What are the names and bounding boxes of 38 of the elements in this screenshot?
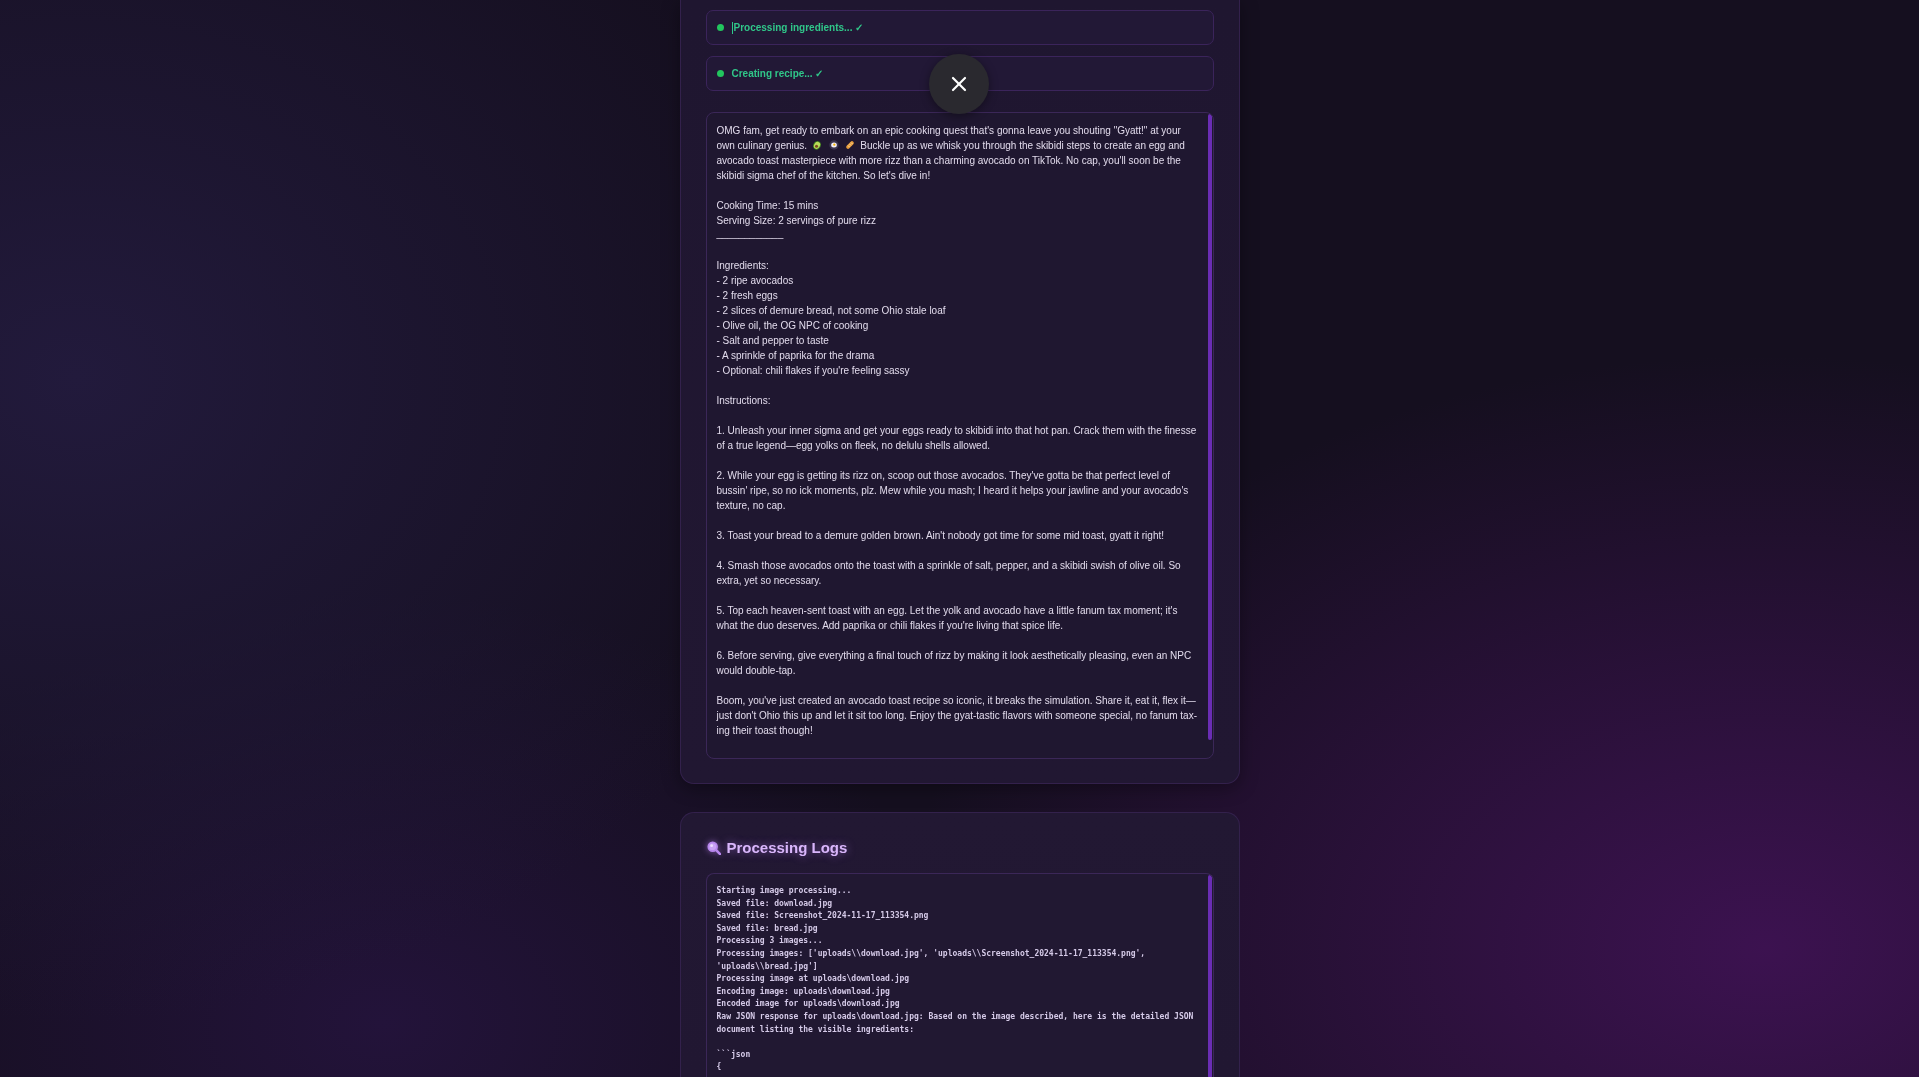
log-line: Saved file: bread.jpg	[716, 922, 819, 935]
divider-text: ____________	[716, 228, 784, 240]
log-line: Encoded image for uploads\download.jpg	[716, 998, 901, 1011]
detail-text: Serving Size: 2 servings of pure rizz	[716, 214, 876, 228]
outro-text: Boom, you've just created an avocado toast recipe so iconic, it breaks the simulation. Share it, eat it, flex it—just don't Ohio this up and let it sit too long. Enjoy the gyat-tastic flavors with someone special, no fanum tax-ing their toast though!	[716, 694, 1198, 738]
detail-text: Cooking Time: 15 mins	[716, 199, 819, 213]
log-line: Saved file: download.jpg	[716, 897, 834, 910]
status-text: Processing ingredients... ✓	[733, 22, 864, 33]
scrollbar-thumb[interactable]	[1207, 875, 1212, 1077]
step-text: 3. Toast your bread to a demure golden brown. Ain't nobody got time for some mid toast, gyatt it right!	[716, 529, 1166, 543]
ingredient-text: - 2 ripe avocados	[716, 274, 794, 288]
intro-text: OMG fam, get ready to embark on an epic cooking quest that's gonna leave you shouting "Gyatt!" at your own culinary genius. Buckle up as we whisk you through the skibidi steps to create an egg and avocado toast masterpiece with more rizz than a charming avocado on TikTok. No cap, you'll soon be the skibidi sigma chef of the kitchen. So let's dive in!	[716, 124, 1186, 183]
ingredient-text: - Olive oil, the OG NPC of cooking	[716, 319, 869, 333]
log-line: Saved file: Screenshot_2024-11-17_113354.png	[716, 910, 930, 923]
ingredient-text: - 2 slices of demure bread, not some Ohio stale loaf	[716, 304, 946, 318]
ingredient-text: - Salt and pepper to taste	[716, 334, 829, 348]
step-text: 5. Top each heaven-sent toast with an egg. Let the yolk and avocado have a little fanum tax moment; it's what the duo deserves. Add paprika or chili flakes if you're living that spice life.	[716, 604, 1179, 633]
section-heading: Instructions:	[716, 394, 771, 408]
step-text: 2. While your egg is getting its rizz on, scoop out those avocados. They've gotta be that perfect level of bussin' ripe, so no ick moments, plz. Mew while you mash; I heard it helps your jawline and your avocado's texture, no cap.	[716, 469, 1190, 513]
section-heading: Ingredients:	[716, 259, 769, 273]
ingredient-text: - 2 fresh eggs	[716, 289, 778, 303]
status-text: Creating recipe... ✓	[731, 68, 824, 79]
bread-icon	[845, 140, 856, 150]
log-line: Raw JSON response for uploads\download.jpg: Based on the image described, here is the detailed JSON document listing the visible ingredients: ```json {	[716, 1010, 1195, 1074]
scrollbar-thumb[interactable]	[1207, 114, 1212, 740]
log-line: Processing 3 images...	[716, 935, 824, 948]
log-line: Encoding image: uploads\download.jpg	[716, 985, 891, 998]
log-line: Starting image processing...	[716, 885, 853, 897]
ingredient-text: - Optional: chili flakes if you're feeling sassy	[716, 364, 910, 378]
step-text: 4. Smash those avocados onto the toast with a sprinkle of salt, pepper, and a skibidi swish of olive oil. So extra, yet so necessary.	[716, 559, 1182, 588]
log-line: Processing images: ['uploads\\download.jpg', 'uploads\\Screenshot_2024-11-17_113354.png', 'uploads\\bread.jpg']	[716, 947, 1147, 973]
step-text: 1. Unleash your inner sigma and get your eggs ready to skibidi into that hot pan. Crack them with the finesse of a true legend—egg yolks on fleek, no delulu shells allowed.	[716, 424, 1198, 453]
step-text: 6. Before serving, give everything a final touch of rizz by making it look aesthetically pleasing, even an NPC would double-tap.	[716, 649, 1193, 678]
ingredient-text: - A sprinkle of paprika for the drama	[716, 349, 875, 363]
log-line: Processing image at uploads\download.jpg	[716, 973, 911, 986]
logs-title: Processing Logs	[726, 838, 848, 858]
fried-egg-icon	[828, 140, 839, 150]
avocado-icon	[811, 140, 822, 150]
